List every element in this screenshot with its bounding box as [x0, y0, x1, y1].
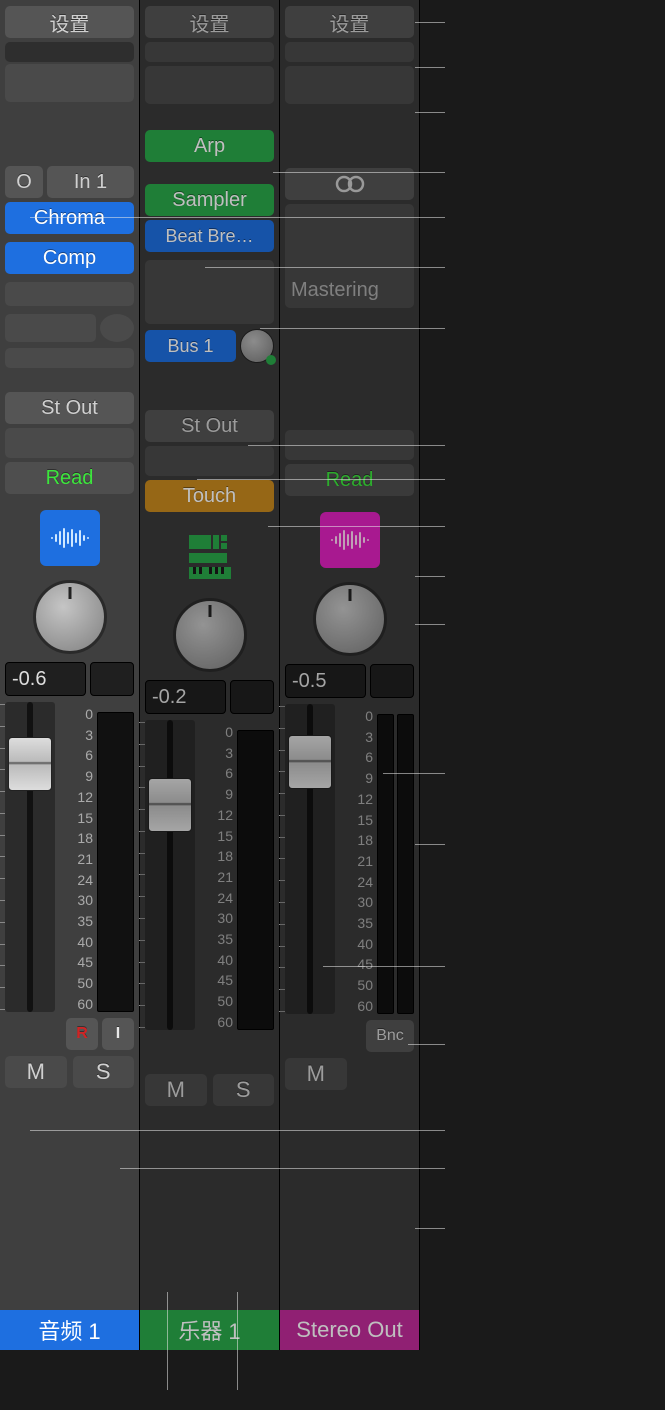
instrument-icon — [185, 531, 235, 581]
fader-cap[interactable] — [8, 737, 52, 791]
input-monitor-button[interactable]: O — [5, 166, 43, 198]
settings-button[interactable]: 设置 — [145, 6, 274, 38]
solo-button[interactable]: S — [73, 1056, 135, 1088]
peak-readout — [90, 662, 134, 696]
solo-button[interactable]: S — [213, 1074, 275, 1106]
volume-fader[interactable] — [285, 704, 335, 1014]
pan-knob[interactable] — [33, 580, 107, 654]
db-scale: 036 91215 182124 303540 455060 — [59, 702, 93, 1012]
settings-button[interactable]: 设置 — [5, 6, 134, 38]
pan-readout: -0.2 — [145, 680, 226, 714]
settings-button[interactable]: 设置 — [285, 6, 414, 38]
volume-fader[interactable] — [145, 720, 195, 1030]
pan-knob[interactable] — [173, 598, 247, 672]
peak-readout — [370, 664, 414, 698]
mute-button[interactable]: M — [145, 1074, 207, 1106]
track-icon[interactable] — [40, 510, 100, 566]
bounce-button[interactable]: Bnc — [366, 1020, 414, 1052]
output-slot[interactable]: St Out — [5, 392, 134, 424]
gain-indicator — [5, 42, 134, 62]
midi-fx-slot[interactable] — [145, 66, 274, 104]
automation-mode[interactable]: Touch — [145, 480, 274, 512]
record-enable-button[interactable]: R — [66, 1018, 98, 1050]
stereo-mode-button[interactable] — [285, 168, 414, 200]
track-name[interactable]: 乐器 1 — [140, 1310, 279, 1350]
waveform-icon — [328, 528, 372, 552]
instrument-slot[interactable]: Sampler — [145, 184, 274, 216]
input-monitoring-button[interactable]: I — [102, 1018, 134, 1050]
volume-fader[interactable] — [5, 702, 55, 1012]
group-slot[interactable] — [5, 428, 134, 458]
channel-strip-2: 设置 Arp Sampler Beat Bre… Bus 1 St Out To… — [140, 0, 280, 1350]
track-name[interactable]: Stereo Out — [280, 1310, 419, 1350]
audio-fx-empty[interactable] — [5, 282, 134, 306]
track-icon[interactable] — [320, 512, 380, 568]
stereo-link-icon — [330, 174, 370, 194]
group-slot[interactable] — [145, 446, 274, 476]
send-level-knob[interactable] — [240, 329, 274, 363]
eq-thumb[interactable] — [285, 42, 414, 62]
send-bus-1[interactable]: Bus 1 — [145, 330, 236, 362]
pan-readout: -0.6 — [5, 662, 86, 696]
mute-button[interactable]: M — [285, 1058, 347, 1090]
midi-fx-slot[interactable] — [5, 64, 134, 102]
level-meter-l — [377, 714, 394, 1014]
send-slot[interactable] — [5, 314, 96, 342]
automation-mode[interactable]: Read — [5, 462, 134, 494]
level-meter — [97, 712, 134, 1012]
output-slot[interactable]: St Out — [145, 410, 274, 442]
mute-button[interactable]: M — [5, 1056, 67, 1088]
level-meter-r — [397, 714, 414, 1014]
peak-readout — [230, 680, 274, 714]
eq-thumb[interactable] — [145, 42, 274, 62]
midi-fx-slot[interactable] — [285, 66, 414, 104]
track-name[interactable]: 音频 1 — [0, 1310, 139, 1350]
pan-knob[interactable] — [313, 582, 387, 656]
group-slot[interactable] — [285, 430, 414, 460]
send-slot-2[interactable] — [5, 348, 134, 368]
waveform-icon — [48, 526, 92, 550]
channel-strip-3: 设置 Mastering Read — [280, 0, 420, 1350]
channel-strip-1: 设置 O In 1 Chroma Comp St Out Read — [0, 0, 140, 1350]
pan-readout: -0.5 — [285, 664, 366, 698]
fader-cap[interactable] — [288, 735, 332, 789]
send-knob-empty[interactable] — [100, 314, 134, 342]
plugin-beatbreaker[interactable]: Beat Bre… — [145, 220, 274, 252]
mastering-slot[interactable]: Mastering — [285, 204, 414, 308]
midi-plugin-arp[interactable]: Arp — [145, 130, 274, 162]
fader-cap[interactable] — [148, 778, 192, 832]
plugin-comp[interactable]: Comp — [5, 242, 134, 274]
db-scale: 036 91215 182124 303540 455060 — [339, 704, 373, 1014]
audio-fx-empty[interactable] — [145, 260, 274, 324]
automation-mode[interactable]: Read — [285, 464, 414, 496]
db-scale: 036 91215 182124 303540 455060 — [199, 720, 233, 1030]
input-slot[interactable]: In 1 — [47, 166, 134, 198]
track-icon[interactable] — [180, 528, 240, 584]
level-meter — [237, 730, 274, 1030]
plugin-chroma[interactable]: Chroma — [5, 202, 134, 234]
